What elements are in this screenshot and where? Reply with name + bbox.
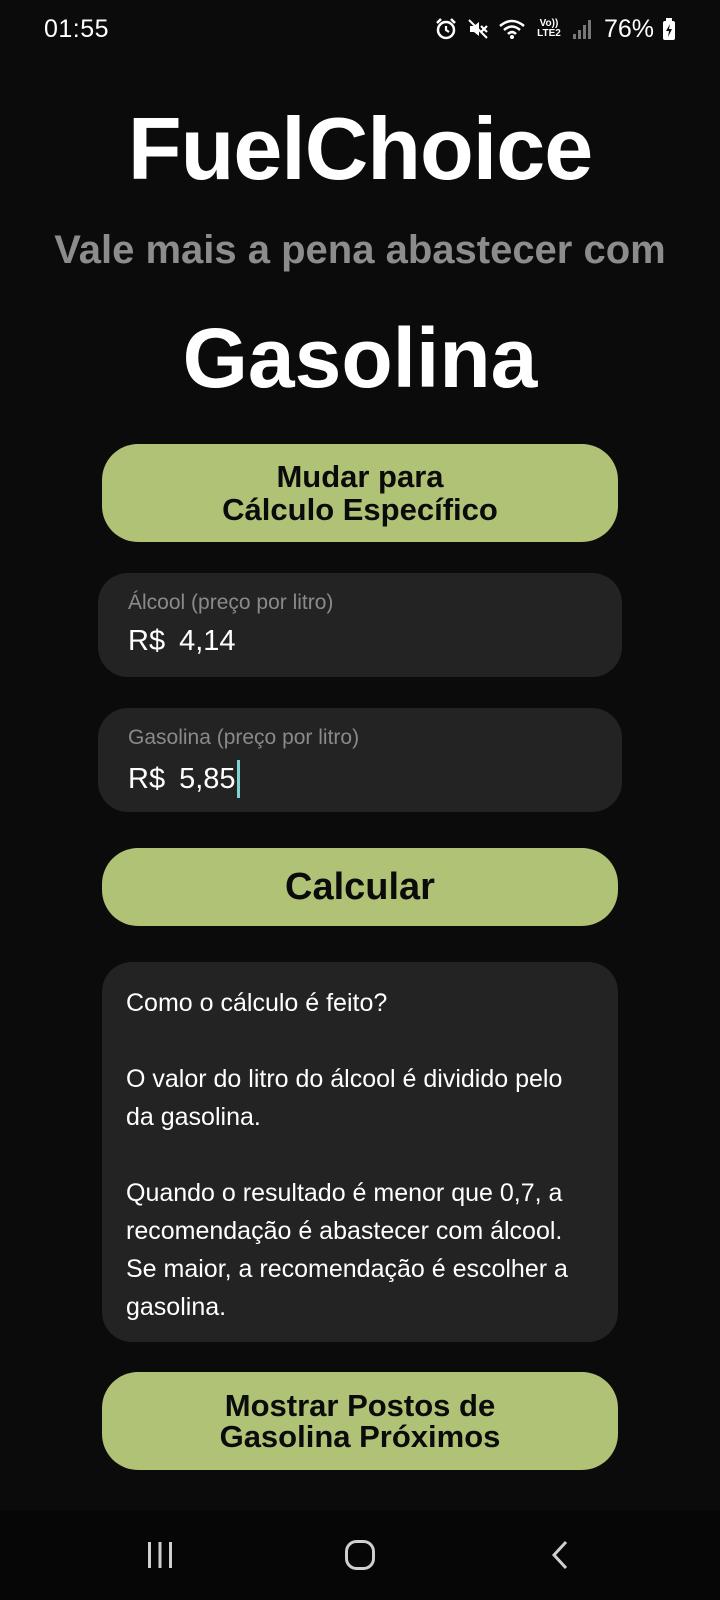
- gasolina-price-label: Gasolina (preço por litro): [128, 726, 360, 749]
- status-icons: Vo)) LTE2 76%: [434, 15, 676, 44]
- gasolina-price-value: 5,85: [179, 762, 236, 795]
- alcool-price-value: 4,14: [179, 625, 236, 657]
- switch-mode-label-line2: Cálculo Específico: [222, 492, 498, 527]
- system-nav-bar: [0, 1510, 720, 1600]
- switch-mode-button[interactable]: Mudar para Cálculo Específico: [102, 444, 618, 542]
- back-icon[interactable]: [530, 1525, 590, 1585]
- info-paragraph-1: O valor do litro do álcool é dividido pe…: [126, 1065, 563, 1131]
- show-nearby-stations-button[interactable]: Mostrar Postos de Gasolina Próximos: [102, 1372, 618, 1470]
- recommendation-subtitle: Vale mais a pena abastecer com: [54, 228, 666, 272]
- switch-mode-label-line1: Mudar para: [276, 459, 444, 494]
- info-card: Como o cálculo é feito? O valor do litro…: [102, 962, 618, 1342]
- gasolina-price-value-row: R$ 5,85: [128, 760, 592, 798]
- recommendation-result: Gasolina: [182, 311, 538, 405]
- info-paragraph-2: Quando o resultado é menor que 0,7, a re…: [126, 1179, 568, 1321]
- text-cursor: [236, 760, 240, 798]
- volte-icon: Vo)) LTE2: [537, 18, 561, 39]
- app-screen: 01:55 Vo)) LTE2 76% FuelChoice Vale mais…: [0, 0, 720, 1600]
- alcool-price-field[interactable]: Álcool (preço por litro) R$ 4,14: [98, 573, 622, 677]
- gasolina-price-field[interactable]: Gasolina (preço por litro) R$ 5,85: [98, 708, 622, 812]
- recent-apps-icon[interactable]: [130, 1525, 190, 1585]
- nearby-stations-label-line1: Mostrar Postos de: [224, 1388, 496, 1423]
- battery-charging-icon: [662, 17, 676, 41]
- status-time: 01:55: [44, 14, 110, 43]
- signal-icon: [572, 17, 594, 41]
- home-icon[interactable]: [330, 1525, 390, 1585]
- battery-percent: 76%: [603, 14, 654, 43]
- status-bar: 01:55 Vo)) LTE2 76%: [0, 0, 720, 58]
- alcool-price-value-row: R$ 4,14: [128, 625, 592, 658]
- calculate-button[interactable]: Calcular: [102, 848, 618, 926]
- currency-prefix: R$: [128, 625, 166, 657]
- info-question: Como o cálculo é feito?: [126, 989, 388, 1017]
- nearby-stations-label-line2: Gasolina Próximos: [219, 1419, 501, 1454]
- alarm-icon: [434, 17, 458, 41]
- alcool-price-label: Álcool (preço por litro): [128, 591, 334, 614]
- currency-prefix: R$: [128, 762, 166, 795]
- app-title: FuelChoice: [127, 99, 593, 198]
- wifi-icon: [498, 17, 526, 41]
- mute-icon: [466, 17, 490, 41]
